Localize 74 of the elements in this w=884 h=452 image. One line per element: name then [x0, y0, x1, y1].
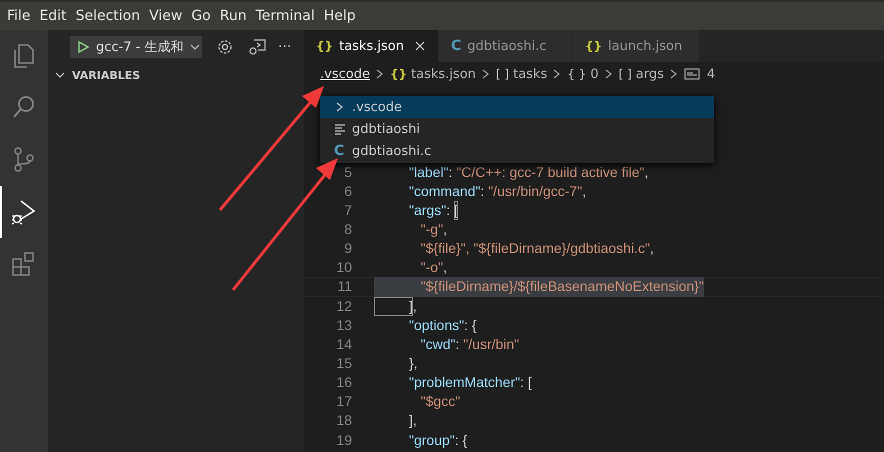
- code-line: "-g",: [420, 220, 447, 240]
- file-type-icon: C: [334, 143, 346, 159]
- line-number: 5: [343, 162, 353, 182]
- line-number: 10: [335, 258, 353, 278]
- line-number: 14: [335, 334, 353, 354]
- breadcrumb-item[interactable]: 0: [590, 66, 599, 82]
- code-line: ],: [374, 296, 417, 316]
- more-actions-button[interactable]: ···: [278, 39, 292, 55]
- start-debug-icon[interactable]: [76, 40, 90, 54]
- code-line: ],: [408, 411, 417, 430]
- chevron-right-icon: [604, 68, 614, 80]
- run-debug-icon[interactable]: [10, 198, 38, 226]
- symbol-icon: {}: [390, 67, 408, 81]
- dropdown-item[interactable]: .vscode: [320, 96, 714, 118]
- symbol-icon: [ ]: [618, 67, 632, 81]
- code-line: },: [408, 354, 418, 373]
- close-icon[interactable]: [414, 40, 426, 52]
- code-line: "cwd": "/usr/bin": [420, 334, 520, 354]
- menu-item[interactable]: Selection: [70, 8, 144, 24]
- line-number: 8: [343, 220, 353, 240]
- chevron-right-icon: [374, 68, 385, 80]
- code-line: "label": "C/C++: gcc-7 build active file",: [408, 162, 648, 182]
- chevron-right-icon: [552, 68, 562, 80]
- line-number: 6: [343, 182, 353, 201]
- symbol-icon: [ ]: [496, 67, 510, 81]
- symbol-icon: { }: [567, 67, 586, 81]
- editor-tab[interactable]: {} launch.json: [572, 30, 700, 62]
- tab-label[interactable]: gdbtiaoshi.c: [467, 38, 547, 54]
- line-number: 19: [335, 430, 353, 450]
- menu-item[interactable]: File: [2, 8, 34, 24]
- code-line: "group": {: [408, 430, 468, 450]
- menu-item[interactable]: Run: [214, 8, 251, 24]
- breadcrumb-item[interactable]: 4: [706, 66, 716, 82]
- menu-item[interactable]: Help: [318, 8, 360, 24]
- menu-item[interactable]: View: [144, 8, 186, 24]
- line-number: 9: [343, 239, 353, 258]
- line-number: 17: [335, 392, 353, 412]
- tab-label[interactable]: tasks.json: [339, 38, 404, 54]
- menu-item[interactable]: Go: [186, 8, 215, 24]
- editor-tab[interactable]: C gdbtiaoshi.c: [438, 30, 573, 62]
- file-type-icon: C: [450, 38, 462, 54]
- line-number: 11: [336, 277, 353, 296]
- code-line: "problemMatcher": [: [408, 373, 532, 392]
- menu-item[interactable]: Terminal: [250, 8, 319, 24]
- line-number: 13: [335, 316, 353, 335]
- line-number: 16: [335, 373, 353, 392]
- string-symbol-icon: [684, 68, 700, 80]
- file-type-icon: {}: [584, 39, 602, 53]
- chevron-right-icon: [480, 68, 491, 80]
- variables-section-header[interactable]: VARIABLES: [48, 64, 304, 86]
- line-number: 18: [335, 411, 353, 430]
- settings-icon[interactable]: [216, 38, 234, 56]
- configuration-dropdown[interactable]: gcc-7 - 生成和: [70, 36, 202, 58]
- code-line: "${file}", "${fileDirname}/gdbtiaoshi.c",: [420, 239, 654, 258]
- editor-tab[interactable]: {} tasks.json: [304, 30, 439, 62]
- debug-console-icon[interactable]: [248, 38, 266, 56]
- code-line: "options": {: [408, 316, 477, 335]
- dropdown-item[interactable]: C gdbtiaoshi.c: [320, 140, 714, 162]
- code-line: "command": "/usr/bin/gcc-7",: [408, 182, 586, 201]
- breadcrumb-item[interactable]: tasks.json: [411, 66, 476, 82]
- line-number: 12: [335, 296, 353, 316]
- menu-item[interactable]: Edit: [34, 8, 71, 24]
- breadcrumb-item[interactable]: .vscode: [320, 66, 370, 82]
- breadcrumb-item[interactable]: args: [636, 66, 664, 82]
- line-number: 7: [343, 200, 353, 220]
- text-file-icon: [334, 123, 346, 135]
- line-number: 15: [335, 354, 353, 373]
- code-line: "$gcc": [420, 392, 460, 412]
- chevron-right-icon: [668, 68, 679, 80]
- tab-label[interactable]: launch.json: [608, 38, 682, 54]
- code-line: "-o",: [420, 258, 447, 278]
- dropdown-item[interactable]: gdbtiaoshi: [320, 118, 714, 140]
- file-type-icon: {}: [316, 39, 334, 53]
- breadcrumb-item[interactable]: tasks: [513, 66, 548, 82]
